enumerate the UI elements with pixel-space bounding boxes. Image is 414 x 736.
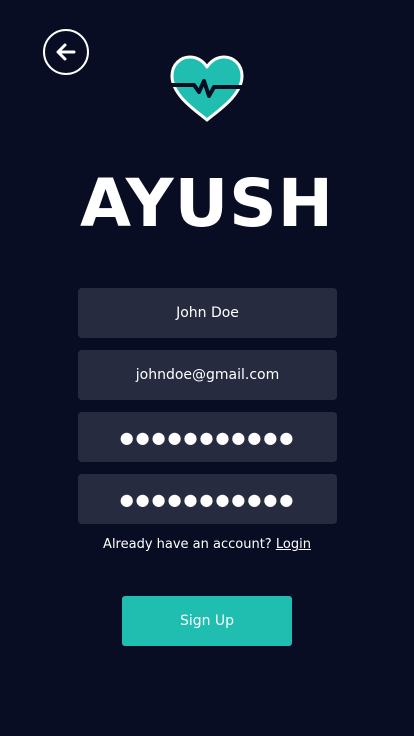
login-link[interactable]: Login	[276, 537, 311, 552]
login-prompt: Already have an account? Login	[0, 536, 414, 554]
brand-title: AYUSH	[80, 165, 334, 242]
password-field[interactable]	[78, 412, 337, 462]
sign-up-button[interactable]: Sign Up	[122, 596, 292, 646]
back-button[interactable]	[43, 29, 89, 75]
email-field[interactable]	[78, 350, 337, 400]
name-field[interactable]	[78, 288, 337, 338]
arrow-left-icon	[56, 43, 76, 61]
confirm-password-field[interactable]	[78, 474, 337, 524]
login-prompt-text: Already have an account?	[103, 537, 272, 552]
heart-pulse-icon	[168, 55, 246, 122]
